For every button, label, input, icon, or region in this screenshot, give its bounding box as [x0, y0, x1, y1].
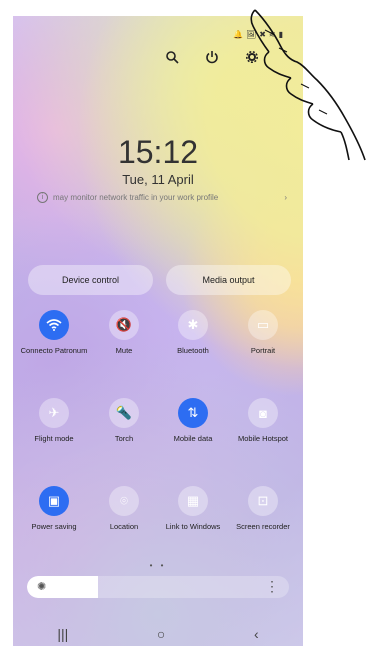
notice-text: may monitor network traffic in your work…: [53, 193, 219, 202]
info-icon: i: [37, 192, 48, 203]
tile-torch[interactable]: 🔦 Torch: [89, 398, 159, 444]
back-button[interactable]: ‹: [254, 626, 259, 642]
tile-label: Portrait: [250, 346, 276, 355]
tile-mobile-data[interactable]: ⇅ Mobile data: [158, 398, 228, 444]
portrait-icon: ▭: [248, 310, 278, 340]
device-control-label: Device control: [61, 275, 120, 285]
navigation-bar: ||| ○ ‹: [13, 626, 303, 642]
battery-icon: ▣: [39, 486, 69, 516]
torch-icon: 🔦: [109, 398, 139, 428]
tile-power-saving[interactable]: ▣ Power saving: [19, 486, 89, 532]
mobile-data-icon: ⇅: [178, 398, 208, 428]
airplane-icon: ✈: [39, 398, 69, 428]
wifi-icon: [39, 310, 69, 340]
location-icon: ⌾: [109, 486, 139, 516]
tile-wifi[interactable]: Connecto Patronum: [19, 310, 89, 356]
tile-label: Link to Windows: [165, 522, 221, 531]
tile-label: Flight mode: [34, 434, 74, 443]
tile-mobile-hotspot[interactable]: ◙ Mobile Hotspot: [228, 398, 298, 444]
pointing-hand-illustration: [245, 0, 385, 175]
power-icon[interactable]: [203, 48, 221, 66]
page-indicator: • •: [149, 561, 167, 570]
search-icon[interactable]: [163, 48, 181, 66]
device-control-button[interactable]: Device control: [28, 265, 153, 295]
bell-icon: 🔔: [233, 30, 244, 39]
mute-icon: 🔇: [109, 310, 139, 340]
tile-label: Power saving: [31, 522, 77, 531]
tile-label: Screen recorder: [236, 522, 290, 531]
brightness-slider[interactable]: ✺ ⋮: [27, 576, 289, 598]
chevron-right-icon: ›: [284, 193, 287, 202]
hotspot-icon: ◙: [248, 398, 278, 428]
tile-mute[interactable]: 🔇 Mute: [89, 310, 159, 356]
work-profile-notice[interactable]: i may monitor network traffic in your wo…: [37, 192, 287, 203]
sun-icon: ✺: [37, 581, 47, 593]
tile-portrait[interactable]: ▭ Portrait: [228, 310, 298, 356]
tile-location[interactable]: ⌾ Location: [89, 486, 159, 532]
tile-label: Torch: [114, 434, 134, 443]
tile-bluetooth[interactable]: ✱ Bluetooth: [158, 310, 228, 356]
media-output-label: Media output: [202, 275, 255, 285]
media-output-button[interactable]: Media output: [166, 265, 291, 295]
tile-label: Bluetooth: [177, 346, 209, 355]
tile-label: Mute: [115, 346, 133, 355]
tile-screen-recorder[interactable]: ⊡ Screen recorder: [228, 486, 298, 532]
bluetooth-icon: ✱: [178, 310, 208, 340]
recents-button[interactable]: |||: [57, 626, 68, 642]
link-windows-icon: ▦: [178, 486, 208, 516]
tile-link-to-windows[interactable]: ▦ Link to Windows: [158, 486, 228, 532]
tile-label: Mobile Hotspot: [237, 434, 289, 443]
screen-recorder-icon: ⊡: [248, 486, 278, 516]
home-button[interactable]: ○: [157, 626, 165, 642]
tile-flight-mode[interactable]: ✈ Flight mode: [19, 398, 89, 444]
more-options-icon[interactable]: ⋮: [265, 578, 279, 595]
tile-label: Connecto Patronum: [20, 346, 88, 355]
tile-label: Mobile data: [173, 434, 213, 443]
tile-label: Location: [109, 522, 139, 531]
